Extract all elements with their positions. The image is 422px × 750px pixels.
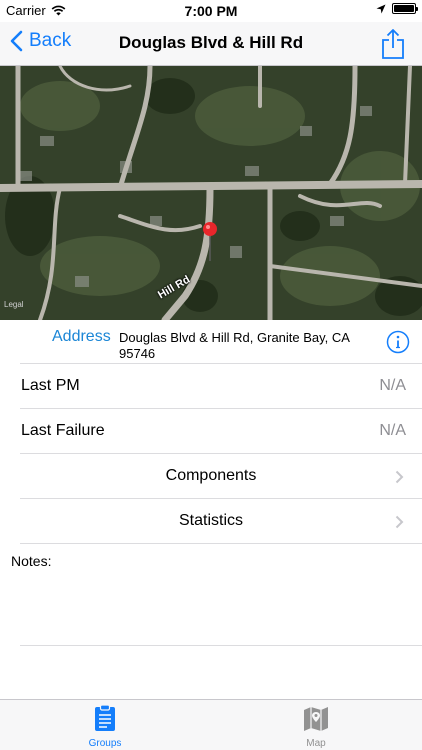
last-failure-value: N/A [379,422,406,439]
statistics-label[interactable]: Statistics [20,512,422,530]
tab-map[interactable]: Map [276,704,356,749]
address-label: Address [52,328,111,345]
tab-map-label: Map [306,738,326,749]
status-bar: Carrier 7:00 PM [0,0,422,22]
components-row[interactable]: Components [20,454,422,499]
divider [20,645,422,646]
satellite-map-image [0,66,422,320]
last-pm-row: Last PM N/A [20,364,422,409]
map-view[interactable] [0,66,422,320]
last-failure-row: Last Failure N/A [20,409,422,454]
share-icon[interactable] [380,28,406,60]
tab-groups[interactable]: Groups [65,704,145,749]
last-pm-label: Last PM [21,377,80,394]
legal-link[interactable]: Legal [4,300,24,309]
statistics-row[interactable]: Statistics [20,499,422,544]
notes-field[interactable]: Notes: [0,544,422,646]
last-pm-value: N/A [379,377,406,394]
chevron-right-icon [395,515,404,529]
tab-bar: Groups Map [0,699,422,750]
address-row: Address Douglas Blvd & Hill Rd, Granite … [20,320,422,364]
components-label[interactable]: Components [20,467,422,485]
battery-fill [394,5,414,12]
map-pin-icon[interactable] [202,221,218,263]
last-failure-label: Last Failure [21,422,105,439]
info-icon[interactable] [386,330,410,354]
detail-list: Address Douglas Blvd & Hill Rd, Granite … [0,320,422,544]
address-value: Douglas Blvd & Hill Rd, Granite Bay, CA … [119,330,350,361]
notes-label: Notes: [11,553,52,569]
tab-groups-label: Groups [88,738,122,749]
chevron-right-icon [395,470,404,484]
map-icon [304,707,328,731]
location-arrow-icon [376,4,386,13]
page-title: Douglas Blvd & Hill Rd [118,33,304,52]
battery-icon [392,3,418,14]
status-right [376,3,418,14]
clipboard-icon [95,704,115,731]
navigation-bar: Back Douglas Blvd & Hill Rd [0,22,422,66]
status-time: 7:00 PM [184,3,238,19]
